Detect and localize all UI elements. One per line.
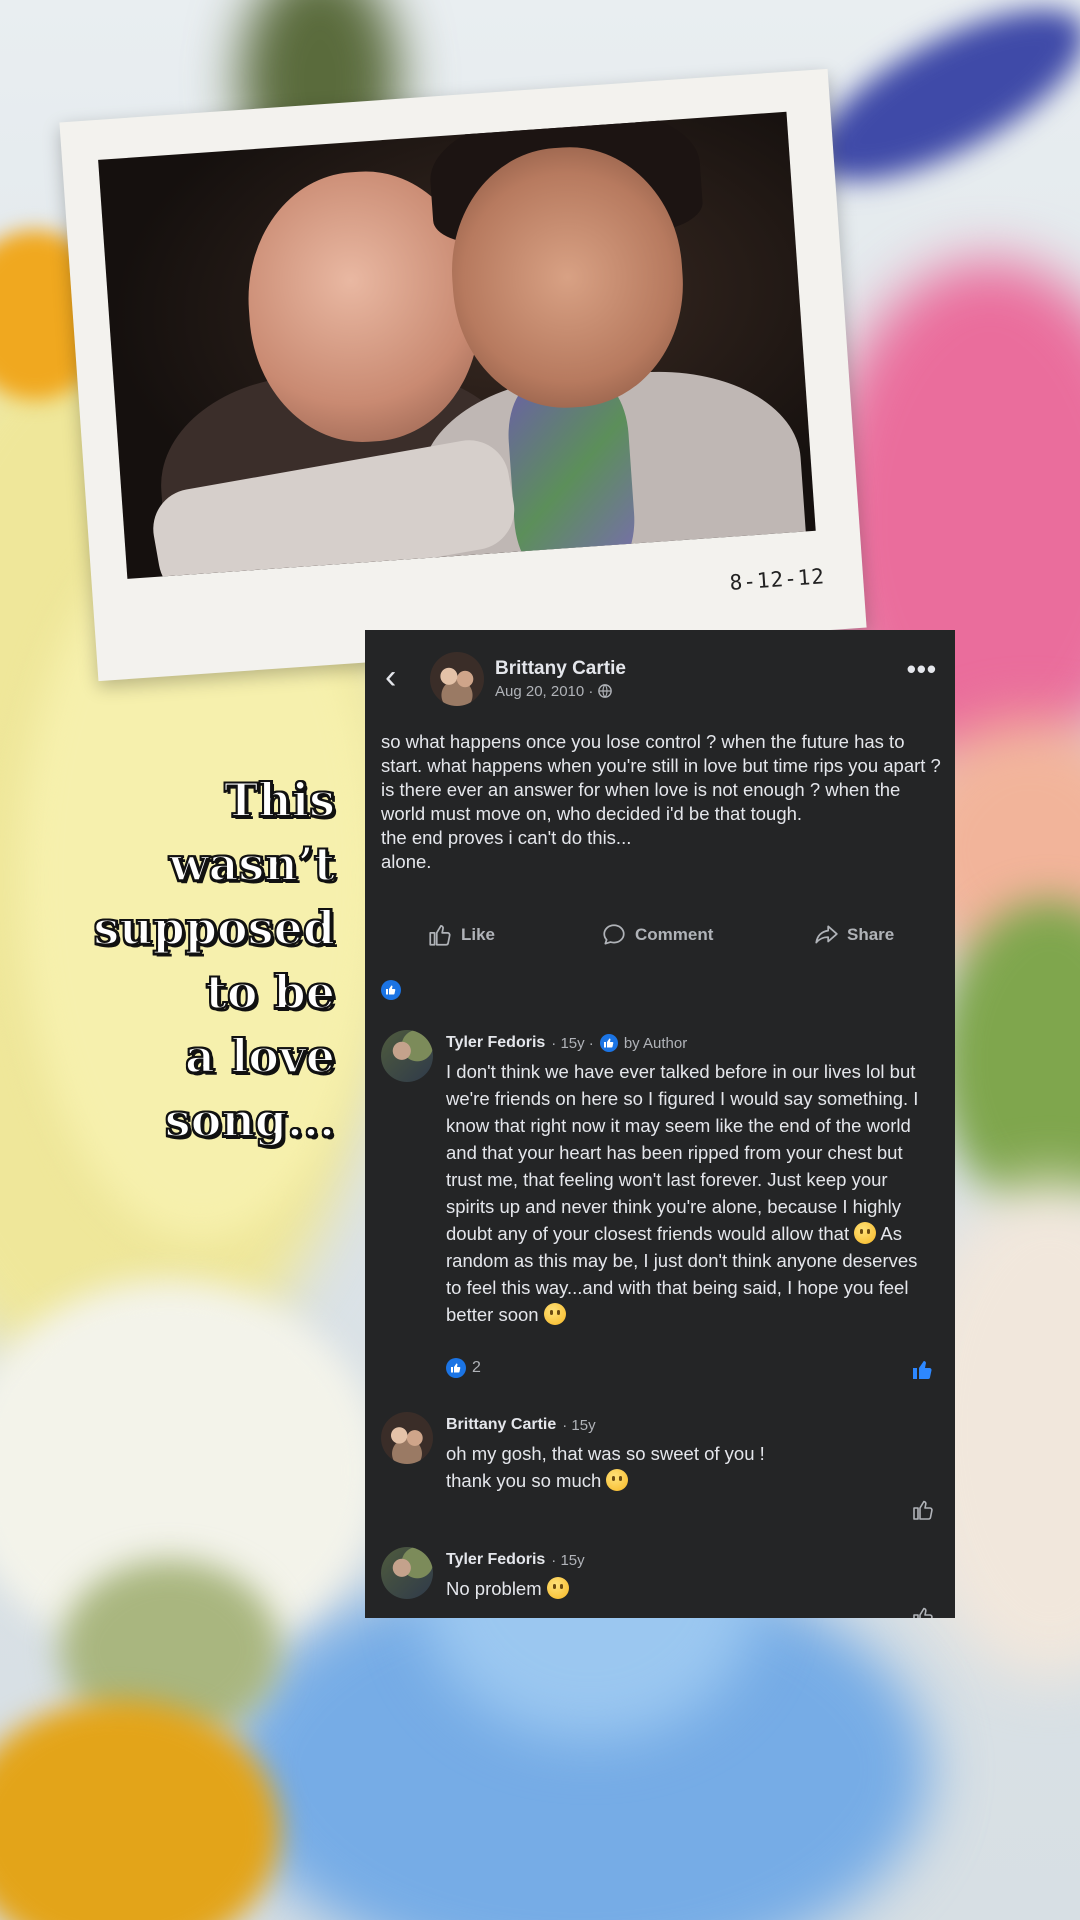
like-button[interactable]: Like (427, 915, 495, 955)
comment-header: Tyler Fedoris · 15y · by Author (446, 1034, 687, 1052)
avatar[interactable] (430, 652, 484, 706)
share-label: Share (847, 925, 895, 944)
comment-text: I don't think we have ever talked before… (446, 1058, 936, 1328)
couple-photo (98, 111, 816, 579)
comment-label: Comment (635, 925, 714, 944)
caption-line: to be (205, 964, 336, 1020)
comment-age: · 15y (551, 1551, 585, 1569)
avatar[interactable] (381, 1030, 433, 1082)
like-count: 2 (472, 1359, 481, 1376)
comment-bubble-icon (603, 924, 625, 945)
commenter-name[interactable]: Tyler Fedoris (446, 1034, 545, 1052)
avatar[interactable] (381, 1412, 433, 1464)
thumbs-up-icon[interactable] (911, 1498, 935, 1522)
caption-text: This wasn’t supposed to be a love song..… (60, 768, 336, 1152)
comment-age: · 15y · (551, 1034, 594, 1052)
author-badge: by Author (623, 1034, 688, 1052)
like-label: Like (461, 925, 496, 944)
post-header: ‹ Brittany Cartie Aug 20, 2010 · ••• (365, 630, 955, 730)
like-reaction-icon (446, 1358, 466, 1378)
comment-button[interactable]: Comment (601, 915, 713, 955)
thumbs-up-filled-icon[interactable] (911, 1358, 935, 1382)
caption-line: This (223, 772, 336, 828)
commenter-name[interactable]: Brittany Cartie (446, 1416, 556, 1434)
comment-text-part: oh my gosh, that was so sweet of you ! t… (446, 1443, 765, 1491)
comment-like-count[interactable]: 2 (446, 1358, 481, 1378)
caption-line: supposed (92, 900, 336, 956)
blush-emoji-icon (606, 1469, 629, 1491)
smile-emoji-icon (546, 1577, 569, 1599)
comment-header: Tyler Fedoris · 15y (446, 1551, 585, 1569)
caption-line: song... (164, 1092, 336, 1148)
smile-emoji-icon (543, 1303, 566, 1325)
comment-header: Brittany Cartie · 15y (446, 1416, 596, 1434)
post-author[interactable]: Brittany Cartie (495, 658, 626, 680)
post-date: Aug 20, 2010 · (495, 683, 612, 700)
share-button[interactable]: Share (813, 915, 894, 955)
author-like-icon (599, 1034, 618, 1052)
post-body: so what happens once you lose control ? … (381, 731, 941, 872)
comment-text: oh my gosh, that was so sweet of you ! t… (446, 1440, 936, 1494)
back-arrow-icon[interactable]: ‹ (385, 660, 396, 694)
avatar[interactable] (381, 1547, 433, 1599)
commenter-name[interactable]: Tyler Fedoris (446, 1551, 545, 1569)
post-date-text: Aug 20, 2010 · (495, 683, 594, 700)
like-reaction-icon (381, 980, 401, 1000)
caption-line: wasn’t (168, 836, 336, 892)
post-actions: Like Comment Share (365, 915, 955, 965)
facebook-post-card: ‹ Brittany Cartie Aug 20, 2010 · ••• so … (365, 630, 955, 1618)
smile-emoji-icon (854, 1222, 877, 1244)
thumbs-up-icon[interactable] (911, 1605, 935, 1618)
caption-line: a love (184, 1028, 336, 1084)
comment-age: · 15y (562, 1416, 596, 1434)
comment-text-part: I don't think we have ever talked before… (446, 1061, 919, 1244)
polaroid-photo: 8-12-12 (59, 68, 867, 682)
polaroid-date: 8-12-12 (728, 564, 826, 595)
globe-icon (597, 684, 612, 698)
thumbs-up-icon (429, 925, 451, 946)
share-arrow-icon (815, 925, 838, 944)
comment-text-part: No problem (446, 1578, 542, 1599)
more-options-icon[interactable]: ••• (907, 654, 937, 685)
post-reaction-summary[interactable] (381, 980, 401, 1001)
comment-text: No problem (446, 1575, 936, 1602)
